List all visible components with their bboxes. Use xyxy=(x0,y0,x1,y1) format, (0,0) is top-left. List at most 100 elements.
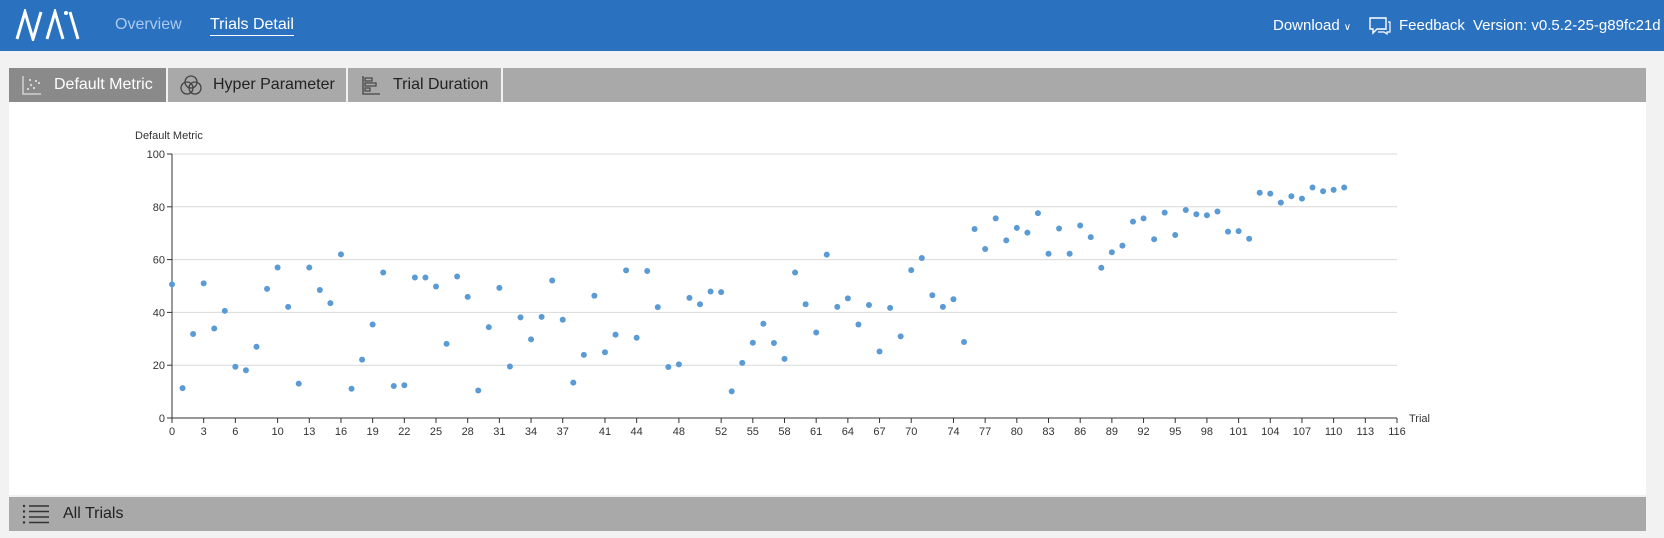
data-point[interactable] xyxy=(1108,249,1115,256)
data-point[interactable] xyxy=(908,267,915,274)
data-point[interactable] xyxy=(1277,199,1284,206)
data-point[interactable] xyxy=(813,329,820,336)
data-point[interactable] xyxy=(1256,189,1263,196)
data-point[interactable] xyxy=(1003,237,1010,244)
data-point[interactable] xyxy=(697,301,704,308)
data-point[interactable] xyxy=(718,289,725,296)
data-point[interactable] xyxy=(295,380,302,387)
data-point[interactable] xyxy=(528,336,535,343)
download-menu[interactable]: Download ∨ xyxy=(1273,17,1351,34)
data-point[interactable] xyxy=(929,292,936,299)
data-point[interactable] xyxy=(390,383,397,390)
data-point[interactable] xyxy=(517,314,524,321)
default-metric-scatter-chart[interactable]: 0 20 40 60 80 100 0 3 6 10 13 16 19 22 25 28 31 34 37 41 44 4… xyxy=(9,102,1646,495)
data-point[interactable] xyxy=(865,302,872,309)
data-point[interactable] xyxy=(1119,242,1126,249)
data-point[interactable] xyxy=(855,321,862,328)
data-point[interactable] xyxy=(359,356,366,363)
data-point[interactable] xyxy=(1330,186,1337,193)
data-point[interactable] xyxy=(623,267,630,274)
data-point[interactable] xyxy=(834,303,841,310)
data-point[interactable] xyxy=(1013,224,1020,231)
feedback-icon[interactable] xyxy=(1369,17,1391,35)
tab-trial-duration[interactable]: Trial Duration xyxy=(348,68,503,102)
data-point[interactable] xyxy=(264,285,271,292)
data-point[interactable] xyxy=(876,348,883,355)
data-point[interactable] xyxy=(918,255,925,262)
data-point[interactable] xyxy=(633,334,640,341)
data-point[interactable] xyxy=(982,246,989,253)
data-point[interactable] xyxy=(1341,184,1348,191)
data-point[interactable] xyxy=(1172,232,1179,239)
data-point[interactable] xyxy=(992,215,999,222)
data-point[interactable] xyxy=(401,382,408,389)
data-point[interactable] xyxy=(591,292,598,299)
nni-logo[interactable] xyxy=(14,9,80,41)
data-point[interactable] xyxy=(380,269,387,276)
data-point[interactable] xyxy=(1235,228,1242,235)
data-point[interactable] xyxy=(274,264,281,271)
data-point[interactable] xyxy=(1161,209,1168,216)
data-point[interactable] xyxy=(200,280,207,287)
data-point[interactable] xyxy=(844,295,851,302)
data-point[interactable] xyxy=(253,343,260,350)
data-point[interactable] xyxy=(1034,210,1041,217)
data-point[interactable] xyxy=(1193,211,1200,218)
data-point[interactable] xyxy=(887,304,894,311)
data-point[interactable] xyxy=(169,281,175,288)
data-point[interactable] xyxy=(549,277,556,284)
data-point[interactable] xyxy=(823,251,830,258)
data-point[interactable] xyxy=(232,363,239,370)
data-point[interactable] xyxy=(1320,188,1327,195)
data-point[interactable] xyxy=(1024,229,1031,236)
data-point[interactable] xyxy=(1045,250,1052,257)
data-point[interactable] xyxy=(475,387,482,394)
data-point[interactable] xyxy=(327,300,334,307)
nav-trials-detail-link[interactable]: Trials Detail xyxy=(210,16,294,36)
data-point[interactable] xyxy=(749,339,756,346)
data-point[interactable] xyxy=(316,286,323,293)
data-point[interactable] xyxy=(570,379,577,386)
data-point[interactable] xyxy=(506,363,513,370)
data-point[interactable] xyxy=(601,349,608,356)
data-point[interactable] xyxy=(1288,193,1295,200)
feedback-link[interactable]: Feedback xyxy=(1399,17,1465,34)
data-point[interactable] xyxy=(337,251,344,258)
data-point[interactable] xyxy=(411,274,418,281)
data-point[interactable] xyxy=(1066,250,1073,257)
data-point[interactable] xyxy=(897,333,904,340)
data-point[interactable] xyxy=(1309,184,1316,191)
data-point[interactable] xyxy=(1077,222,1084,229)
all-trials-header[interactable]: All Trials xyxy=(9,497,1646,531)
data-point[interactable] xyxy=(1151,236,1158,243)
data-point[interactable] xyxy=(939,303,946,310)
data-point[interactable] xyxy=(1056,225,1063,232)
data-point[interactable] xyxy=(306,264,313,271)
data-point[interactable] xyxy=(739,359,746,366)
data-point[interactable] xyxy=(728,388,735,395)
data-point[interactable] xyxy=(665,364,672,371)
data-point[interactable] xyxy=(1246,235,1253,242)
data-point[interactable] xyxy=(580,351,587,358)
data-point[interactable] xyxy=(211,325,218,332)
data-point[interactable] xyxy=(1129,218,1136,225)
data-point[interactable] xyxy=(961,338,968,345)
nav-overview-link[interactable]: Overview xyxy=(115,16,182,34)
data-point[interactable] xyxy=(485,324,492,331)
data-point[interactable] xyxy=(686,294,693,301)
data-point[interactable] xyxy=(707,288,714,295)
data-point[interactable] xyxy=(443,340,450,347)
data-point[interactable] xyxy=(950,296,957,303)
data-point[interactable] xyxy=(242,367,249,374)
data-point[interactable] xyxy=(221,307,228,314)
data-point[interactable] xyxy=(644,267,651,274)
data-point[interactable] xyxy=(802,301,809,308)
data-point[interactable] xyxy=(1298,195,1305,202)
data-point[interactable] xyxy=(190,331,197,338)
data-point[interactable] xyxy=(792,269,799,276)
data-point[interactable] xyxy=(348,385,355,392)
data-point[interactable] xyxy=(433,283,440,290)
data-point[interactable] xyxy=(1087,234,1094,241)
data-point[interactable] xyxy=(1203,212,1210,219)
data-point[interactable] xyxy=(1182,206,1189,213)
